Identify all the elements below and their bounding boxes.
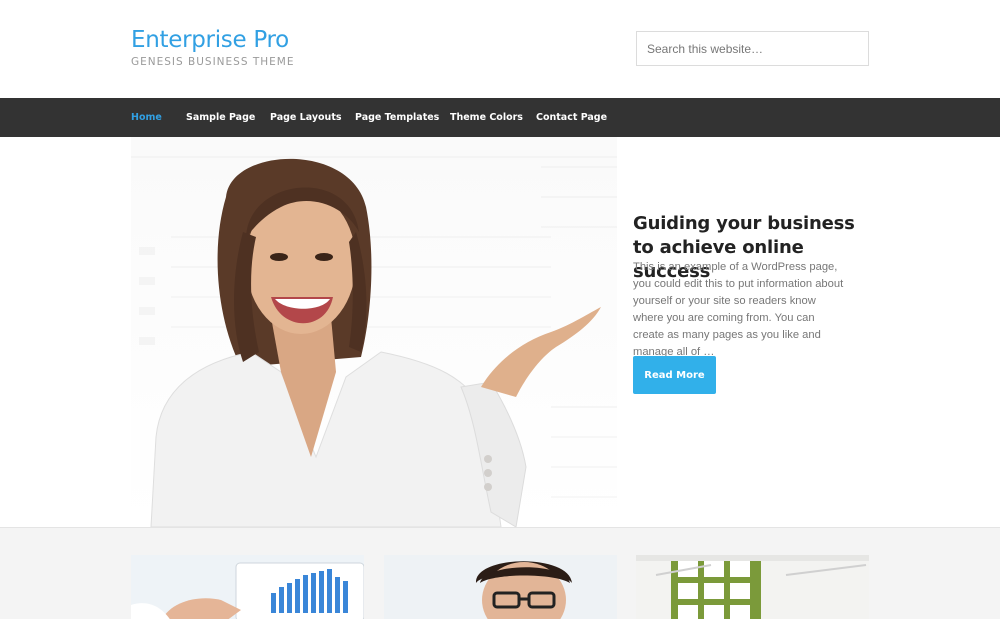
nav-item-page-templates[interactable]: Page Templates (355, 98, 439, 137)
hero-excerpt: This is an example of a WordPress page, … (633, 261, 844, 358)
nav-item-home[interactable]: Home (131, 98, 162, 137)
search-input[interactable] (636, 31, 869, 66)
hero-image (131, 137, 617, 527)
nav-item-page-layouts[interactable]: Page Layouts (270, 98, 342, 137)
featured-image-office[interactable] (636, 555, 869, 619)
site-title[interactable]: Enterprise Pro (131, 27, 289, 53)
nav-item-contact-page[interactable]: Contact Page (536, 98, 607, 137)
primary-nav: Home Sample Page Page Layouts Page Templ… (0, 98, 1000, 137)
woman-figure (150, 158, 601, 527)
site-header: Enterprise Pro GENESIS BUSINESS THEME (0, 0, 1000, 98)
site-description: GENESIS BUSINESS THEME (131, 56, 295, 68)
read-more-button[interactable]: Read More (633, 356, 716, 394)
hero-section: Guiding your business to achieve online … (0, 137, 1000, 527)
nav-item-theme-colors[interactable]: Theme Colors (450, 98, 523, 137)
nav-item-sample-page[interactable]: Sample Page (186, 98, 255, 137)
featured-image-tablet-chart[interactable] (131, 555, 364, 619)
featured-section (0, 527, 1000, 619)
featured-image-man-glasses[interactable] (384, 555, 617, 619)
